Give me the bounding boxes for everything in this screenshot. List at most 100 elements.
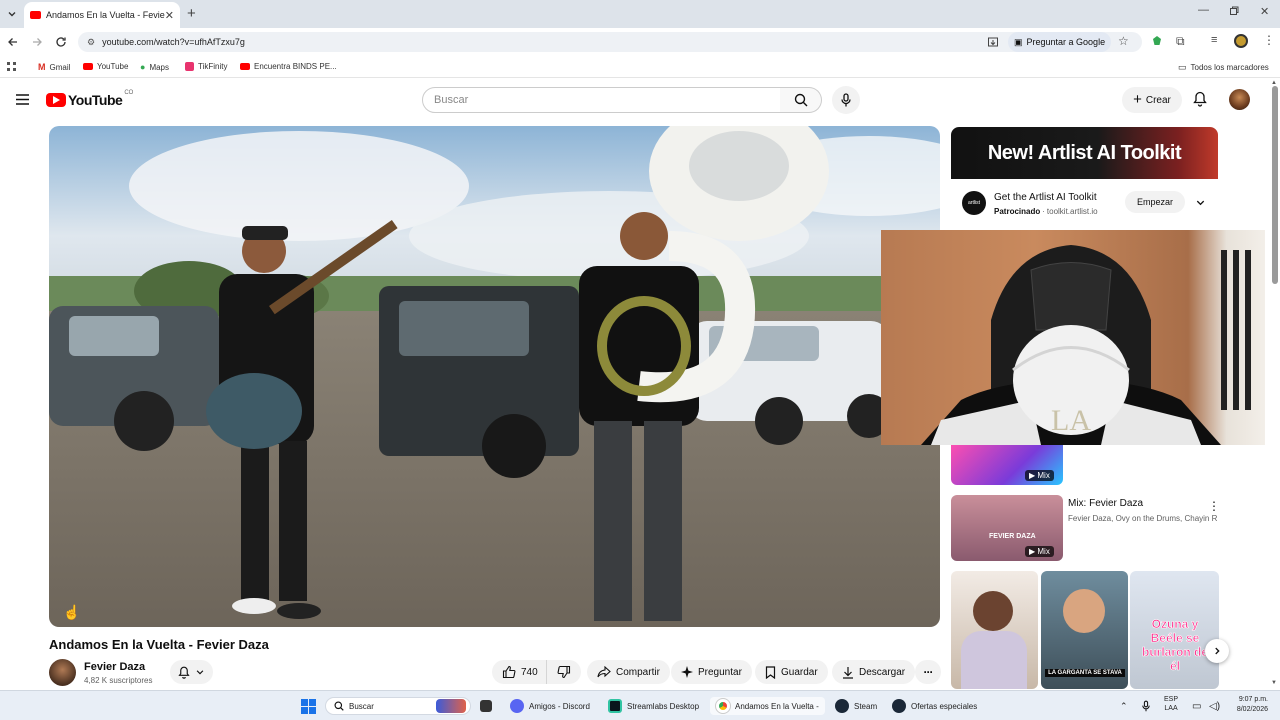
ad-banner-text: New! Artlist AI Toolkit (987, 141, 1182, 164)
bookmark-youtube[interactable]: YouTube (83, 62, 128, 71)
volume-icon[interactable]: ◁) (1209, 697, 1220, 715)
browser-tab-strip: Andamos En la Vuelta - Fevier ✕ + — ✕ (0, 0, 1280, 28)
short-thumbnail-1[interactable] (951, 571, 1038, 689)
start-button[interactable] (301, 697, 316, 715)
thumbs-up-icon (502, 665, 516, 679)
taskbar-app-steam[interactable]: Steam (835, 697, 877, 715)
more-actions-button[interactable]: ··· (915, 660, 941, 684)
video-frame (49, 126, 940, 627)
more-vertical-icon[interactable]: ⋮ (1208, 499, 1220, 513)
shelf-next-button[interactable] (1205, 639, 1229, 663)
gmail-icon: M (38, 62, 46, 72)
youtube-play-logo-icon (46, 93, 66, 107)
bookmark-star-icon[interactable]: ☆ (1118, 34, 1129, 48)
search-button[interactable] (780, 87, 822, 113)
taskbar-app-chrome[interactable]: Andamos En la Vuelta - (710, 697, 825, 715)
hamburger-menu-icon[interactable] (16, 94, 29, 105)
voice-search-button[interactable] (832, 86, 860, 114)
svg-text:LA: LA (1051, 404, 1091, 437)
extension-green-icon[interactable] (1151, 35, 1163, 47)
ask-google-button[interactable]: ▣ Preguntar a Google (1008, 32, 1112, 52)
minimize-icon[interactable]: — (1198, 4, 1209, 16)
channel-name[interactable]: Fevier Daza (84, 661, 145, 673)
address-toolbar: ⚙ youtube.com/watch?v=ufhAfTzxu7g ▣ Preg… (0, 28, 1280, 56)
system-clock[interactable]: 9:07 p.m. 8/02/2026 (1232, 695, 1268, 715)
dislike-button[interactable] (546, 660, 581, 684)
youtube-wordmark: YouTube (68, 92, 123, 108)
youtube-logo[interactable]: YouTube CO (46, 90, 134, 108)
input-language[interactable]: ESP LAA (1164, 695, 1178, 713)
new-tab-icon[interactable]: + (187, 5, 196, 22)
country-code: CO (124, 90, 134, 96)
notifications-bell-icon[interactable] (1193, 91, 1207, 107)
media-controls-icon[interactable]: ≡ (1211, 34, 1217, 46)
install-app-icon[interactable] (987, 36, 999, 48)
close-tab-icon[interactable]: ✕ (165, 9, 174, 22)
tab-search-chevron-icon[interactable] (6, 8, 18, 20)
taskbar-app-streamlabs[interactable]: Streamlabs Desktop (608, 697, 699, 715)
ad-logo: artlist (962, 191, 986, 215)
site-info-icon[interactable]: ⚙ (87, 37, 95, 48)
bookmark-label: Encuentra BINDS PE... (254, 62, 337, 71)
chrome-menu-icon[interactable]: ⋮ (1263, 33, 1275, 47)
ad-meta: Patrocinado · toolkit.artlist.io (994, 207, 1098, 216)
bookmark-tikfinity[interactable]: TikFinity (185, 62, 227, 71)
bookmark-label: Gmail (49, 62, 71, 72)
short-thumbnail-2[interactable]: LA GARGANTA SE STAVA (1041, 571, 1128, 689)
ad-cta-label: Empezar (1136, 197, 1173, 207)
account-avatar[interactable] (1229, 89, 1250, 110)
short-thumbnail-3[interactable]: Ozuna y Beéle se burlaron de él (1130, 571, 1219, 689)
download-button[interactable]: Descargar (832, 660, 916, 684)
video-player[interactable]: ☝ (49, 126, 940, 627)
taskbar-app-steam-offers[interactable]: Ofertas especiales (892, 697, 977, 715)
ad-title[interactable]: Get the Artlist AI Toolkit (994, 192, 1097, 203)
ad-cta-button[interactable]: Empezar (1125, 191, 1185, 213)
bookmark-gmail[interactable]: M Gmail (38, 62, 70, 72)
tray-microphone-icon[interactable] (1142, 697, 1150, 715)
extensions-puzzle-icon[interactable]: ⧉ (1176, 34, 1185, 49)
like-button[interactable]: 740 (492, 660, 548, 684)
create-button[interactable]: + Crear (1122, 87, 1182, 113)
task-view-button[interactable] (480, 697, 492, 715)
bookmark-binds[interactable]: Encuentra BINDS PE... (240, 62, 337, 71)
more-horizontal-icon: ··· (923, 665, 934, 679)
save-button[interactable]: Guardar (755, 660, 828, 684)
clock-time: 9:07 p.m. (1238, 696, 1268, 703)
taskbar-search[interactable]: Buscar (325, 697, 471, 715)
scroll-up-arrow-icon[interactable]: ▲ (1271, 80, 1277, 86)
bookmark-maps[interactable]: ● Maps (140, 62, 169, 72)
mix-thumbnail-1[interactable]: ▶ Mix (951, 443, 1063, 485)
ad-expand-chevron-icon[interactable] (1195, 197, 1206, 208)
download-icon (843, 666, 853, 679)
save-label: Guardar (781, 666, 818, 678)
network-icon[interactable]: ▭ (1192, 697, 1201, 715)
search-input[interactable]: Buscar (422, 87, 781, 113)
restore-icon[interactable] (1229, 6, 1239, 16)
streamlabs-icon (608, 699, 622, 713)
folder-icon: ▭ (1178, 62, 1187, 72)
close-window-icon[interactable]: ✕ (1260, 5, 1269, 18)
page-scrollbar-thumb[interactable] (1272, 86, 1278, 284)
mix-thumbnail-2[interactable]: FEVIER DAZA ▶ Mix (951, 495, 1063, 561)
scroll-down-arrow-icon[interactable]: ▼ (1271, 680, 1277, 686)
ad-banner[interactable]: New! Artlist AI Toolkit (951, 127, 1218, 179)
tab-active[interactable]: Andamos En la Vuelta - Fevier ✕ (24, 2, 180, 28)
apps-grid-icon[interactable] (7, 62, 17, 72)
back-icon[interactable] (7, 36, 19, 48)
reload-icon[interactable] (55, 36, 67, 48)
channel-avatar[interactable] (49, 659, 76, 686)
subscribed-notifications-button[interactable] (170, 660, 213, 684)
tray-overflow-chevron-icon[interactable]: ⌃ (1120, 697, 1128, 715)
search-icon (794, 93, 807, 107)
omnibox[interactable]: ⚙ youtube.com/watch?v=ufhAfTzxu7g (78, 32, 1142, 52)
microphone-icon (841, 93, 851, 107)
taskbar-app-label: Streamlabs Desktop (627, 701, 700, 711)
profile-avatar[interactable] (1234, 34, 1248, 48)
taskbar-app-discord[interactable]: Amigos - Discord (510, 697, 590, 715)
all-bookmarks[interactable]: ▭ Todos los marcadores (1178, 62, 1269, 73)
chevron-down-icon (196, 670, 204, 675)
share-button[interactable]: Compartir (587, 660, 670, 684)
mix-title[interactable]: Mix: Fevier Daza (1068, 498, 1143, 509)
ask-button[interactable]: Preguntar (671, 660, 752, 684)
forward-icon[interactable] (31, 36, 43, 48)
